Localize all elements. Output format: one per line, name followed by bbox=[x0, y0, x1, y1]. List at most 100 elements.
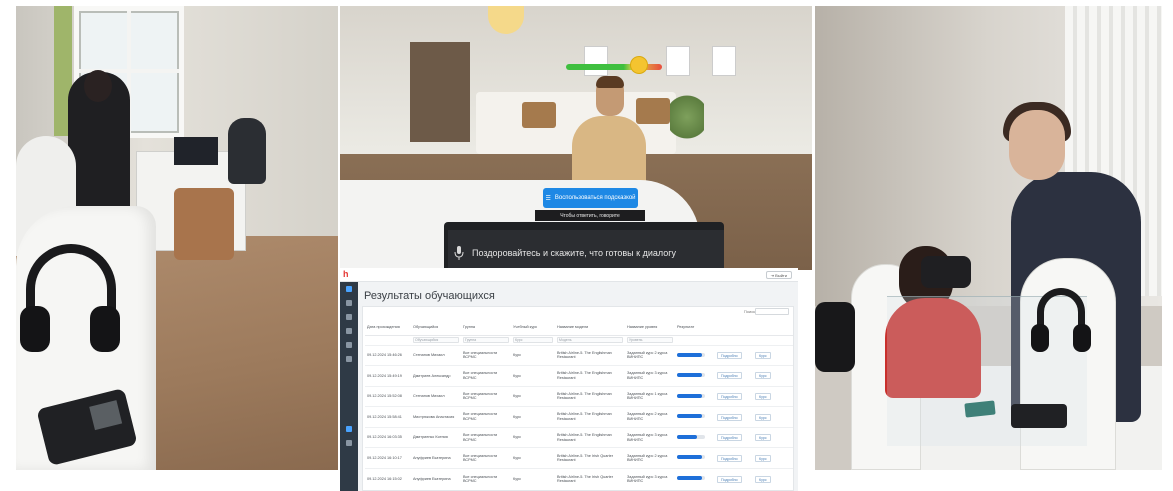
cell-course: Курс bbox=[511, 426, 555, 448]
result-progress-fill bbox=[677, 393, 703, 398]
filter-cell bbox=[675, 335, 715, 345]
cell-student: Ануфриев Екатерина bbox=[411, 447, 461, 469]
open-button[interactable]: Курс bbox=[755, 434, 771, 442]
settings-icon[interactable] bbox=[346, 440, 352, 446]
bar-stool bbox=[522, 102, 556, 128]
details-button[interactable]: Подробно bbox=[717, 351, 742, 359]
monitor bbox=[174, 137, 218, 165]
details-button[interactable]: Подробно bbox=[717, 392, 742, 400]
cell-group: Все специальности ВСРМС bbox=[461, 447, 511, 469]
result-progress-bar bbox=[677, 393, 705, 398]
column-header[interactable]: Учебный курс bbox=[511, 319, 555, 336]
cell-date: 09.12.2024 15:49:19 bbox=[365, 365, 411, 387]
wall-poster bbox=[712, 46, 736, 76]
details-button[interactable]: Подробно bbox=[717, 372, 742, 380]
vr-simulation-view: ☰ Воспользоваться подсказкой Чтобы ответ… bbox=[340, 6, 812, 270]
hint-caption: Чтобы ответить, говорите bbox=[535, 210, 645, 221]
result-progress-bar bbox=[677, 434, 705, 439]
details-button[interactable]: Подробно bbox=[717, 475, 742, 483]
search-label: Поиск bbox=[743, 309, 755, 314]
result-progress-fill bbox=[677, 476, 703, 481]
home-icon[interactable] bbox=[346, 286, 352, 292]
column-header[interactable]: Результат bbox=[675, 319, 715, 336]
models-icon[interactable] bbox=[346, 342, 352, 348]
cell-action: Подробно bbox=[715, 426, 753, 448]
cell-group: Все специальности ВСРМС bbox=[461, 406, 511, 428]
open-button[interactable]: Курс bbox=[755, 351, 771, 359]
cell-level: Заданный курс 3 курса ВИНИПС bbox=[625, 468, 675, 490]
wall-poster bbox=[584, 46, 608, 76]
cell-student: Степанов Михаил bbox=[411, 385, 461, 407]
cell-model: British Airline-5. The Irish Quarter Res… bbox=[555, 447, 625, 469]
hint-button[interactable]: ☰ Воспользоваться подсказкой bbox=[543, 188, 638, 208]
column-header[interactable]: Название модели bbox=[555, 319, 625, 336]
cell-result bbox=[675, 344, 715, 366]
details-button[interactable]: Подробно bbox=[717, 434, 742, 442]
cell-course: Курс bbox=[511, 468, 555, 490]
column-header[interactable]: Название уровня bbox=[625, 319, 675, 336]
cell-date: 09.12.2024 15:46:26 bbox=[365, 344, 411, 366]
cell-level: Заданный курс 2 курса ВИНИПС bbox=[625, 406, 675, 428]
table-row: 09.12.2024 16:15:02 Ануфриев Екатерина Все… bbox=[365, 468, 793, 490]
users-icon[interactable] bbox=[346, 300, 352, 306]
courses-icon[interactable] bbox=[346, 314, 352, 320]
cell-action: Курс bbox=[753, 344, 793, 366]
cell-action: Курс bbox=[753, 365, 793, 387]
result-progress-bar bbox=[677, 352, 705, 357]
cell-student: Дмитриенко Ксения bbox=[411, 426, 461, 448]
cell-student: Степанов Михаил bbox=[411, 344, 461, 366]
result-progress-fill bbox=[677, 414, 703, 419]
cell-group: Все специальности ВСРМС bbox=[461, 426, 511, 448]
results-icon[interactable] bbox=[346, 426, 352, 432]
results-dashboard: h ⇥ Выйти Результаты обучающихся Поиск Д… bbox=[340, 268, 798, 491]
column-header[interactable]: Дата прохождения bbox=[365, 319, 411, 336]
filter-cell: Обучающийся bbox=[411, 335, 461, 345]
cell-group: Все специальности ВСРМС bbox=[461, 468, 511, 490]
table-row: 09.12.2024 16:03:35 Дмитриенко Ксения Все … bbox=[365, 426, 793, 448]
cell-result bbox=[675, 426, 715, 448]
cell-action: Подробно bbox=[715, 406, 753, 428]
cell-date: 09.12.2024 15:52:08 bbox=[365, 385, 411, 407]
column-filter-input[interactable]: Курс bbox=[513, 337, 553, 343]
open-button[interactable]: Курс bbox=[755, 475, 771, 483]
results-card: Поиск Дата прохождения Обучающийся Группа У… bbox=[362, 306, 794, 491]
open-button[interactable]: Курс bbox=[755, 392, 771, 400]
cell-level: Заданный курс 3 курса ВИНИПС bbox=[625, 426, 675, 448]
cell-action: Курс bbox=[753, 468, 793, 490]
table-row: 09.12.2024 15:52:08 Степанов Михаил Все сп… bbox=[365, 385, 793, 407]
result-progress-fill bbox=[677, 455, 703, 460]
result-progress-fill bbox=[677, 352, 703, 357]
headphone-earcup bbox=[1031, 324, 1049, 352]
cell-action: Курс bbox=[753, 406, 793, 428]
cell-result bbox=[675, 406, 715, 428]
headphones bbox=[815, 302, 855, 372]
result-progress-bar bbox=[677, 476, 705, 481]
open-button[interactable]: Курс bbox=[755, 372, 771, 380]
smiley-icon bbox=[630, 56, 648, 74]
cell-model: British Airline-5. The Englishman Restau… bbox=[555, 426, 625, 448]
column-filter-input[interactable]: Группа bbox=[463, 337, 509, 343]
open-button[interactable]: Курс bbox=[755, 413, 771, 421]
column-filter-input[interactable]: Обучающийся bbox=[413, 337, 459, 343]
cell-action: Курс bbox=[753, 385, 793, 407]
instructor-head bbox=[1009, 110, 1065, 180]
table-row: 09.12.2024 15:46:26 Степанов Михаил Все сп… bbox=[365, 344, 793, 366]
table-row: 09.12.2024 15:58:41 Мистрюкова Анастасия В… bbox=[365, 406, 793, 428]
levels-icon[interactable] bbox=[346, 356, 352, 362]
column-header bbox=[715, 319, 753, 336]
search-input[interactable] bbox=[755, 308, 789, 315]
column-filter-input[interactable]: Модель bbox=[557, 337, 623, 343]
page-title: Результаты обучающихся bbox=[364, 290, 495, 302]
exit-button[interactable]: ⇥ Выйти bbox=[765, 271, 792, 279]
details-button[interactable]: Подробно bbox=[717, 413, 742, 421]
column-header[interactable]: Обучающийся bbox=[411, 319, 461, 336]
groups-icon[interactable] bbox=[346, 328, 352, 334]
result-progress-bar bbox=[677, 455, 705, 460]
column-header[interactable]: Группа bbox=[461, 319, 511, 336]
details-button[interactable]: Подробно bbox=[717, 454, 742, 462]
cell-level: Заданный курс 2 курса ВИНИПС bbox=[625, 344, 675, 366]
filter-cell bbox=[753, 335, 793, 345]
open-button[interactable]: Курс bbox=[755, 454, 771, 462]
column-filter-input[interactable]: Уровень bbox=[627, 337, 673, 343]
headphone-earcup bbox=[90, 306, 120, 352]
